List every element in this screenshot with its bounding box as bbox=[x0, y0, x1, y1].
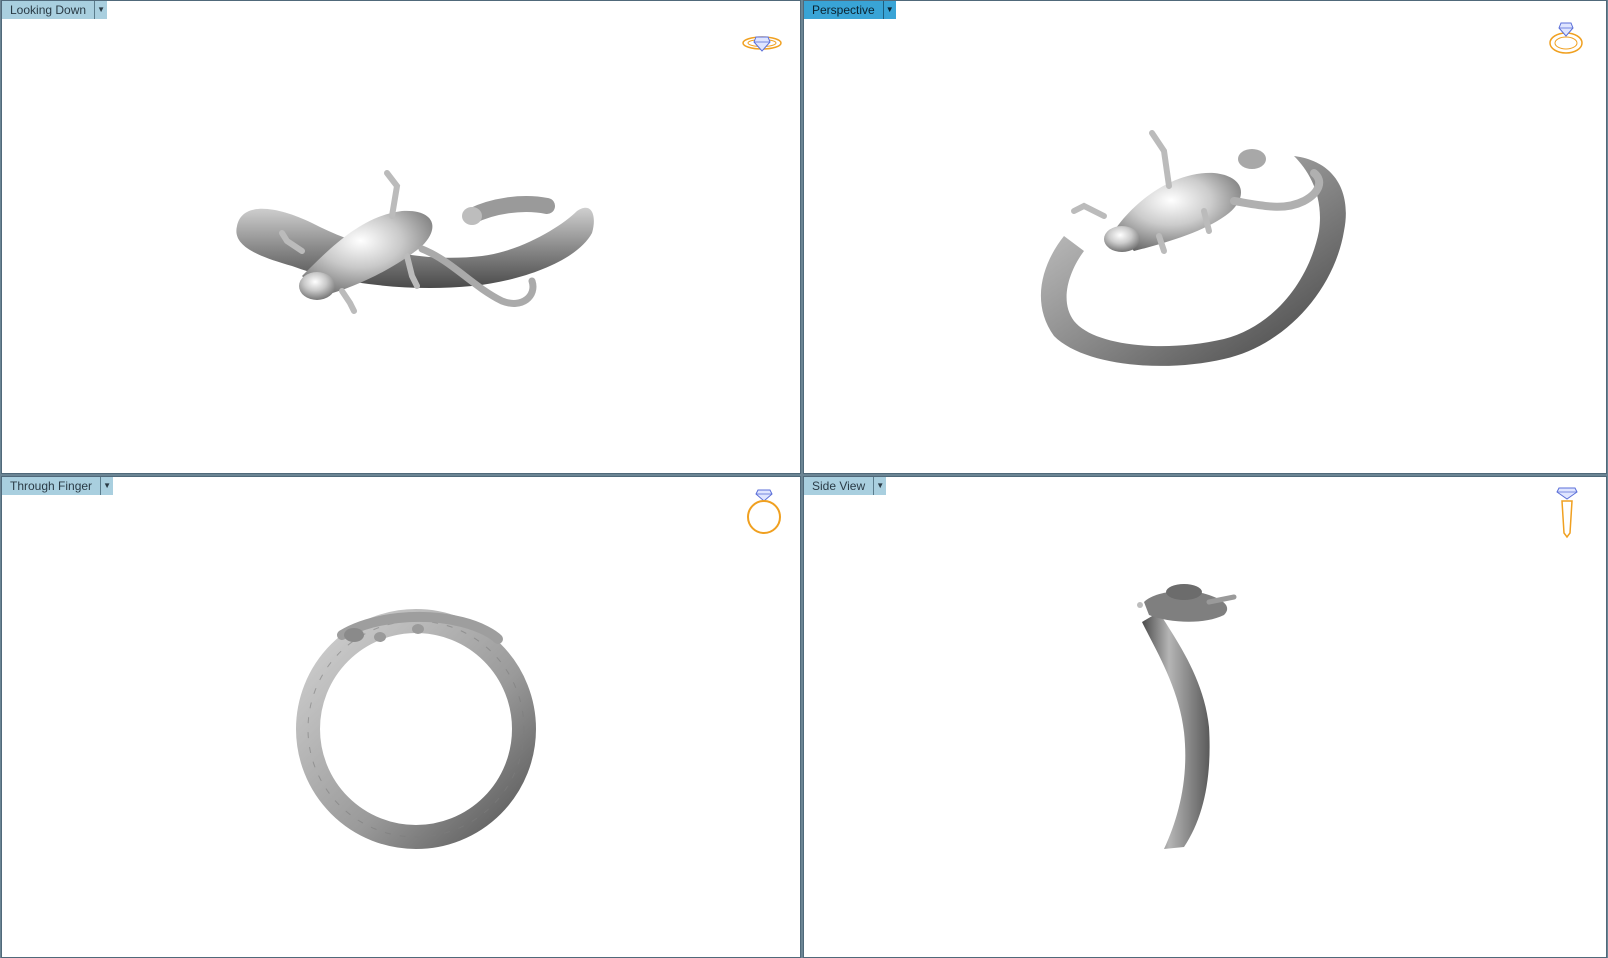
viewport-looking-down[interactable]: Looking Down ▼ bbox=[1, 0, 801, 474]
viewport-through-finger[interactable]: Through Finger ▼ bbox=[1, 476, 801, 958]
ring-model-side-view bbox=[1137, 584, 1237, 849]
ring-model-top-view bbox=[236, 170, 594, 314]
ring-model-perspective-view bbox=[1040, 130, 1346, 366]
viewport-perspective[interactable]: Perspective ▼ bbox=[803, 0, 1607, 474]
viewport-side-view[interactable]: Side View ▼ bbox=[803, 476, 1607, 958]
ring-model-through-finger-view bbox=[296, 609, 536, 849]
